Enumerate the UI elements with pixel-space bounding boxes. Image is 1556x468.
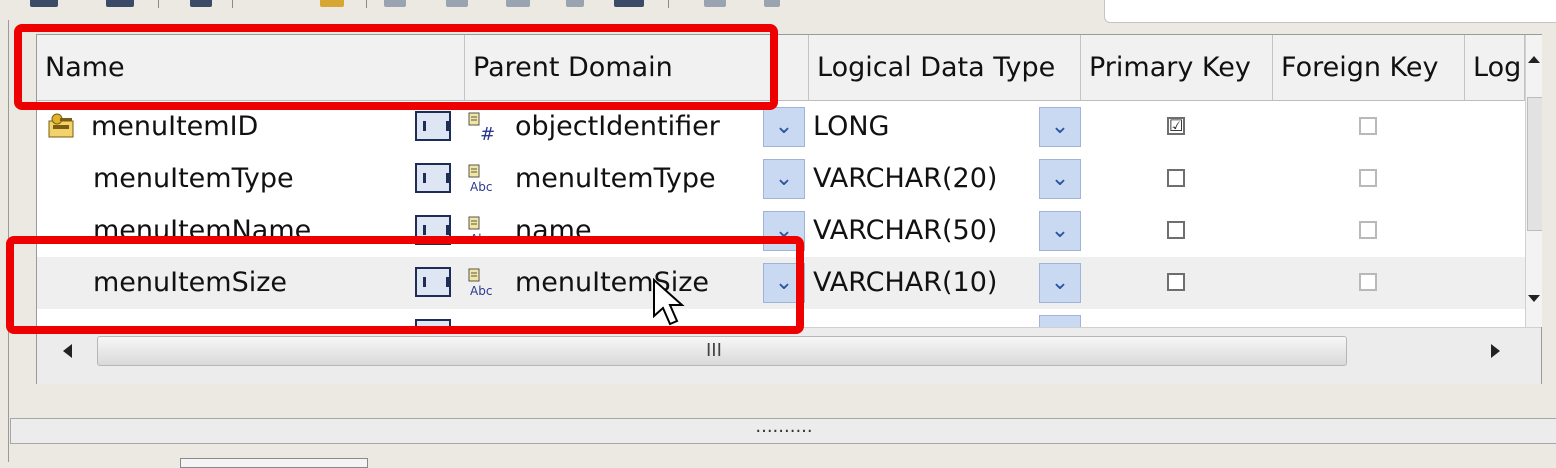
toolbar-icon[interactable] — [704, 0, 726, 7]
edit-domain-icon[interactable] — [415, 163, 451, 193]
splitter-handle[interactable]: .......... — [10, 418, 1556, 444]
toolbar-icon[interactable] — [764, 0, 780, 7]
dropdown-icon[interactable]: ⌄ — [1039, 211, 1081, 251]
toolbar-icon[interactable] — [106, 0, 134, 7]
dropdown-icon[interactable]: ⌄ — [763, 159, 805, 199]
column-name-cell[interactable]: menuItemType — [93, 153, 294, 205]
toolbar-separator — [158, 0, 159, 8]
column-header-logical-data-type[interactable]: Logical Data Type — [809, 35, 1081, 101]
toolbar — [0, 0, 1556, 23]
toolbar-icon[interactable] — [446, 0, 468, 7]
primary-key-icon — [48, 113, 74, 138]
bottom-tab[interactable] — [180, 458, 368, 468]
horizontal-scrollbar[interactable]: III — [37, 327, 1541, 384]
search-input[interactable] — [1104, 0, 1556, 23]
primary-key-checkbox[interactable]: ☑ — [1167, 117, 1185, 135]
horizontal-scroll-thumb[interactable]: III — [97, 336, 1347, 366]
toolbar-separator — [668, 0, 669, 8]
scroll-up-icon[interactable] — [1526, 53, 1542, 83]
toolbar-icon[interactable] — [614, 0, 644, 7]
mouse-cursor-icon — [653, 278, 685, 326]
dropdown-icon[interactable] — [1039, 315, 1081, 327]
data-type-cell[interactable]: VARCHAR(50) — [813, 205, 997, 257]
toolbar-icon[interactable] — [506, 0, 530, 7]
column-header-foreign-key[interactable]: Foreign Key — [1273, 35, 1465, 101]
svg-text:Abc: Abc — [470, 180, 492, 194]
foreign-key-checkbox[interactable] — [1359, 221, 1377, 239]
data-type-cell[interactable]: VARCHAR(20) — [813, 153, 997, 205]
foreign-key-checkbox[interactable] — [1359, 117, 1377, 135]
scroll-left-icon[interactable] — [53, 336, 83, 366]
dropdown-icon[interactable]: ⌄ — [1039, 159, 1081, 199]
toolbar-separator — [366, 0, 367, 8]
table-row[interactable]: menuItemType Abc menuItemType ⌄ VARCHAR(… — [37, 153, 1525, 205]
vertical-scroll-thumb[interactable] — [1527, 97, 1542, 231]
scroll-down-icon[interactable] — [1526, 291, 1542, 311]
toolbar-icon[interactable] — [320, 0, 344, 7]
svg-text:#: # — [480, 124, 495, 143]
vertical-scrollbar[interactable] — [1525, 35, 1542, 327]
primary-key-checkbox[interactable] — [1167, 221, 1185, 239]
numeric-domain-icon: # — [468, 112, 495, 143]
parent-domain-cell[interactable]: menuItemType — [515, 153, 716, 205]
dropdown-icon[interactable]: ⌄ — [1039, 263, 1081, 303]
toolbar-icon[interactable] — [190, 0, 212, 7]
column-header-log[interactable]: Log — [1465, 35, 1525, 101]
edit-domain-icon[interactable] — [415, 111, 451, 141]
toolbar-separator — [232, 0, 233, 8]
toolbar-icon[interactable] — [566, 0, 584, 7]
foreign-key-checkbox[interactable] — [1359, 273, 1377, 291]
primary-key-checkbox[interactable] — [1167, 273, 1185, 291]
primary-key-checkbox[interactable] — [1167, 169, 1185, 187]
scroll-right-icon[interactable] — [1481, 336, 1511, 366]
toolbar-icon[interactable] — [384, 0, 406, 7]
data-type-cell[interactable]: VARCHAR(10) — [813, 257, 997, 309]
foreign-key-checkbox[interactable] — [1359, 169, 1377, 187]
dropdown-icon[interactable]: ⌄ — [763, 107, 805, 147]
scroll-grip: III — [706, 340, 722, 361]
toolbar-icon[interactable] — [30, 0, 58, 7]
dropdown-icon[interactable]: ⌄ — [1039, 107, 1081, 147]
column-header-primary-key[interactable]: Primary Key — [1081, 35, 1273, 101]
highlight-box-header — [14, 24, 778, 110]
string-domain-icon: Abc — [468, 164, 492, 194]
data-type-cell[interactable]: LONG — [813, 101, 889, 153]
